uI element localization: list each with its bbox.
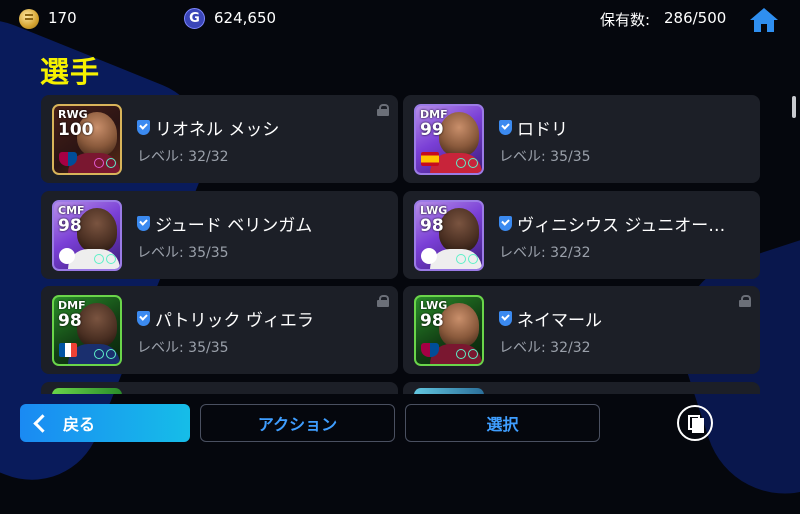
- player-rating: 98: [58, 216, 82, 236]
- player-card[interactable]: LWG 98 ヴィニシウス ジュニオー… レベル: 32/32: [403, 191, 760, 279]
- coin-icon: [19, 9, 39, 29]
- top-bar: 170 G 624,650 保有数: 286/500: [0, 0, 800, 38]
- player-card[interactable]: DMF 99 ロドリ レベル: 35/35: [403, 95, 760, 183]
- lock-icon: [377, 104, 389, 116]
- player-card[interactable]: [41, 382, 398, 394]
- club-badge-icon: [59, 152, 77, 166]
- player-name: ロドリ: [517, 120, 568, 140]
- scrollbar[interactable]: [792, 96, 796, 118]
- back-button[interactable]: 戻る: [20, 404, 190, 442]
- skill-icons: [454, 349, 478, 361]
- select-button[interactable]: 選択: [405, 404, 600, 442]
- skill-icons: [92, 254, 116, 266]
- coin-count: 170: [48, 9, 77, 27]
- verified-icon: [499, 311, 512, 326]
- action-button[interactable]: アクション: [200, 404, 395, 442]
- player-level: レベル: 32/32: [499, 245, 591, 261]
- verified-icon: [499, 120, 512, 135]
- player-level: レベル: 35/35: [137, 245, 229, 261]
- flag-icon: [421, 152, 439, 166]
- player-thumbnail: LWG 98: [414, 295, 484, 366]
- player-level: レベル: 35/35: [137, 340, 229, 356]
- player-rating: 99: [420, 120, 444, 140]
- owned-label: 保有数:: [600, 11, 651, 29]
- player-level: レベル: 32/32: [499, 340, 591, 356]
- chevron-left-icon: [33, 413, 52, 433]
- flag-icon: [59, 343, 77, 357]
- club-badge-icon: [59, 248, 75, 264]
- player-thumbnail: DMF 98: [52, 295, 122, 366]
- skill-icons: [454, 254, 478, 266]
- club-badge-icon: [421, 343, 439, 357]
- player-name: ジュード ベリンガム: [155, 216, 313, 236]
- skill-icons: [92, 349, 116, 361]
- page-title: 選手: [40, 55, 101, 89]
- owned-count: 286/500: [664, 9, 727, 27]
- player-rating: 100: [58, 120, 94, 140]
- lock-icon: [377, 295, 389, 307]
- player-thumbnail: RWG 100: [52, 104, 122, 175]
- player-thumbnail: LWG 98: [414, 200, 484, 271]
- verified-icon: [137, 311, 150, 326]
- pages-button[interactable]: [677, 405, 713, 441]
- player-thumbnail: [414, 388, 484, 394]
- player-level: レベル: 35/35: [499, 149, 591, 165]
- gp-icon: G: [184, 8, 205, 29]
- verified-icon: [499, 216, 512, 231]
- player-card[interactable]: [403, 382, 760, 394]
- player-card[interactable]: LWG 98 ネイマール レベル: 32/32: [403, 286, 760, 374]
- player-card[interactable]: CMF 98 ジュード ベリンガム レベル: 35/35: [41, 191, 398, 279]
- home-icon[interactable]: [748, 6, 780, 34]
- player-rating: 98: [420, 216, 444, 236]
- player-name: ヴィニシウス ジュニオー…: [517, 216, 726, 236]
- player-name: ネイマール: [517, 311, 602, 331]
- gp-count: 624,650: [214, 9, 277, 27]
- player-thumbnail: [52, 388, 122, 394]
- player-thumbnail: CMF 98: [52, 200, 122, 271]
- player-rating: 98: [58, 311, 82, 331]
- player-name: リオネル メッシ: [155, 120, 280, 140]
- player-rating: 98: [420, 311, 444, 331]
- player-level: レベル: 32/32: [137, 149, 229, 165]
- verified-icon: [137, 216, 150, 231]
- select-label: 選択: [486, 415, 519, 434]
- skill-icons: [454, 158, 478, 170]
- club-badge-icon: [421, 248, 437, 264]
- verified-icon: [137, 120, 150, 135]
- player-card[interactable]: DMF 98 パトリック ヴィエラ レベル: 35/35: [41, 286, 398, 374]
- skill-icons: [92, 158, 116, 170]
- player-card[interactable]: RWG 100 リオネル メッシ レベル: 32/32: [41, 95, 398, 183]
- player-name: パトリック ヴィエラ: [155, 311, 314, 331]
- action-label: アクション: [257, 415, 338, 434]
- back-label: 戻る: [63, 415, 96, 434]
- lock-icon: [739, 295, 751, 307]
- player-thumbnail: DMF 99: [414, 104, 484, 175]
